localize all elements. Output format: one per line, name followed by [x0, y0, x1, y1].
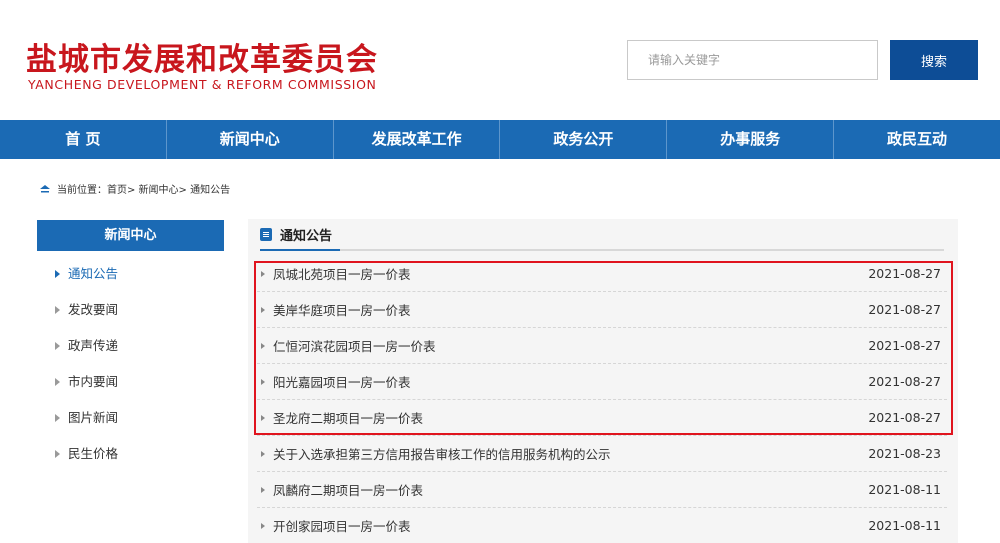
news-title[interactable]: 圣龙府二期项目一房一价表 [273, 408, 423, 427]
triangle-right-icon [261, 450, 265, 457]
list-item[interactable]: 仁恒河滨花园项目一房一价表 2021-08-27 [257, 328, 947, 364]
section-header: 通知公告 [260, 219, 944, 251]
site-header: 盐城市发展和改革委员会 YANCHENG DEVELOPMENT & REFOR… [0, 0, 1000, 120]
news-date: 2021-08-11 [868, 518, 941, 533]
list-item[interactable]: 凤城北苑项目一房一价表 2021-08-27 [257, 256, 947, 292]
news-date: 2021-08-27 [868, 410, 941, 425]
news-title[interactable]: 凤麟府二期项目一房一价表 [273, 480, 423, 499]
news-date: 2021-08-11 [868, 482, 941, 497]
search-button[interactable]: 搜索 [890, 40, 978, 80]
triangle-right-icon [261, 522, 265, 529]
triangle-right-icon [55, 342, 60, 350]
news-title[interactable]: 凤城北苑项目一房一价表 [273, 264, 411, 283]
triangle-right-icon [55, 378, 60, 386]
sidebar-item-label: 政声传递 [68, 338, 119, 353]
sidebar-menu: 通知公告 发改要闻 政声传递 市内要闻 图片新闻 民生价格 [55, 256, 118, 472]
nav-item-government-affairs[interactable]: 政务公开 [499, 120, 666, 159]
document-icon [260, 227, 272, 241]
list-item[interactable]: 开创家园项目一房一价表 2021-08-11 [257, 508, 947, 543]
home-icon [40, 185, 50, 193]
news-date: 2021-08-27 [868, 338, 941, 353]
sidebar-item-label: 发改要闻 [68, 302, 119, 317]
site-logo-title[interactable]: 盐城市发展和改革委员会 [26, 34, 378, 79]
news-date: 2021-08-27 [868, 266, 941, 281]
triangle-right-icon [261, 378, 265, 385]
breadcrumb-path[interactable]: 首页> 新闻中心> 通知公告 [107, 181, 230, 196]
sidebar-item-label: 民生价格 [68, 446, 119, 461]
search-input[interactable] [627, 40, 878, 80]
news-title[interactable]: 美岸华庭项目一房一价表 [273, 300, 411, 319]
sidebar-item-city-news[interactable]: 市内要闻 [55, 364, 118, 400]
triangle-right-icon [261, 306, 265, 313]
triangle-right-icon [55, 414, 60, 422]
sidebar-item-label: 通知公告 [68, 266, 119, 281]
breadcrumb-prefix: 当前位置： [57, 185, 107, 196]
news-list: 凤城北苑项目一房一价表 2021-08-27 美岸华庭项目一房一价表 2021-08… [257, 256, 947, 543]
list-item[interactable]: 凤麟府二期项目一房一价表 2021-08-11 [257, 472, 947, 508]
sidebar-item-reform-news[interactable]: 发改要闻 [55, 292, 118, 328]
list-item[interactable]: 关于入选承担第三方信用报告审核工作的信用服务机构的公示 2021-08-23 [257, 436, 947, 472]
triangle-right-icon [261, 342, 265, 349]
news-date: 2021-08-27 [868, 302, 941, 317]
section-title-text: 通知公告 [280, 228, 333, 244]
news-title[interactable]: 仁恒河滨花园项目一房一价表 [273, 336, 436, 355]
nav-item-development-reform[interactable]: 发展改革工作 [332, 120, 500, 159]
sidebar-item-notices[interactable]: 通知公告 [55, 256, 118, 292]
nav-item-interaction[interactable]: 政民互动 [833, 120, 1000, 159]
triangle-right-icon [261, 486, 265, 493]
news-date: 2021-08-23 [868, 446, 941, 461]
list-item[interactable]: 阳光嘉园项目一房一价表 2021-08-27 [257, 364, 947, 400]
news-title[interactable]: 阳光嘉园项目一房一价表 [273, 372, 411, 391]
nav-item-services[interactable]: 办事服务 [666, 120, 833, 159]
site-logo-subtitle: YANCHENG DEVELOPMENT & REFORM COMMISSION [28, 77, 377, 92]
triangle-right-icon [261, 414, 265, 421]
triangle-right-icon [55, 450, 60, 458]
nav-item-home[interactable]: 首 页 [0, 120, 166, 159]
breadcrumb: 当前位置： 首页> 新闻中心> 通知公告 [39, 181, 230, 196]
triangle-right-icon [261, 270, 265, 277]
news-title[interactable]: 开创家园项目一房一价表 [273, 516, 411, 535]
sidebar-item-policy-voice[interactable]: 政声传递 [55, 328, 118, 364]
sidebar-item-label: 市内要闻 [68, 374, 119, 389]
nav-item-news-center[interactable]: 新闻中心 [165, 120, 333, 159]
sidebar-item-livelihood-prices[interactable]: 民生价格 [55, 436, 118, 472]
list-item[interactable]: 美岸华庭项目一房一价表 2021-08-27 [257, 292, 947, 328]
content-panel: 通知公告 凤城北苑项目一房一价表 2021-08-27 美岸华庭项目一房一价表 20… [248, 219, 958, 543]
news-title[interactable]: 关于入选承担第三方信用报告审核工作的信用服务机构的公示 [273, 444, 611, 463]
triangle-right-icon [55, 306, 60, 314]
triangle-right-icon [55, 270, 60, 278]
sidebar-title: 新闻中心 [37, 220, 224, 251]
news-date: 2021-08-27 [868, 374, 941, 389]
list-item[interactable]: 圣龙府二期项目一房一价表 2021-08-27 [257, 400, 947, 436]
sidebar-item-photo-news[interactable]: 图片新闻 [55, 400, 118, 436]
section-title: 通知公告 [260, 219, 341, 251]
main-nav: 首 页 新闻中心 发展改革工作 政务公开 办事服务 政民互动 [0, 120, 1000, 159]
sidebar-item-label: 图片新闻 [68, 410, 119, 425]
